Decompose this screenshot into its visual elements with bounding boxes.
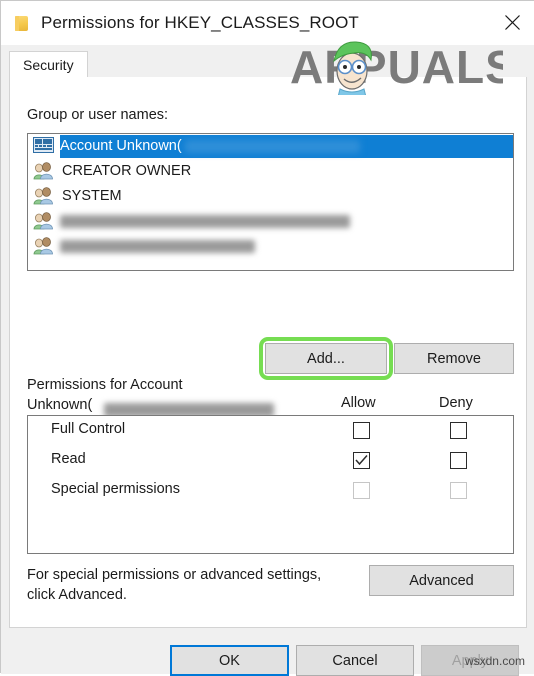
permission-name: Full Control — [51, 421, 126, 437]
advanced-hint-line1: For special permissions or advanced sett… — [27, 567, 322, 583]
list-item[interactable]: CREATOR OWNER — [28, 159, 513, 184]
permissions-for-label-line2: Unknown( — [27, 397, 93, 413]
column-header-deny: Deny — [439, 395, 473, 411]
security-tab-page: Group or user names: Account Unknown(CR… — [9, 77, 527, 628]
users-group-icon — [33, 161, 55, 182]
list-item-label: CREATOR OWNER — [62, 163, 192, 179]
permission-name: Special permissions — [51, 481, 180, 497]
allow-checkbox — [353, 482, 370, 499]
unknown-account-icon — [33, 136, 55, 157]
redacted-account-name — [60, 215, 350, 228]
list-item[interactable]: Account Unknown( — [28, 134, 513, 159]
deny-checkbox[interactable] — [450, 422, 467, 439]
ok-button[interactable]: OK — [170, 645, 289, 676]
advanced-hint-line2: click Advanced. — [27, 587, 127, 603]
permissions-for-label-line1: Permissions for Account — [27, 377, 183, 393]
tab-strip: Security — [9, 51, 527, 79]
permissions-dialog: Permissions for HKEY_CLASSES_ROOT APPUAL… — [0, 0, 534, 676]
allow-checkbox[interactable] — [353, 452, 370, 469]
dialog-footer: OK Cancel Apply — [1, 628, 534, 676]
permissions-grid[interactable]: Full Control Read Special permissions — [27, 415, 514, 554]
tab-security[interactable]: Security — [9, 51, 88, 78]
advanced-button[interactable]: Advanced — [369, 565, 514, 596]
list-item-label: Account Unknown( — [60, 138, 182, 154]
deny-checkbox — [450, 482, 467, 499]
window-title: Permissions for HKEY_CLASSES_ROOT — [41, 13, 359, 32]
dialog-client-area: Security Group or user names: Account Un… — [1, 45, 534, 676]
list-item[interactable] — [28, 234, 513, 259]
list-item[interactable]: SYSTEM — [28, 184, 513, 209]
permission-row: Special permissions — [28, 476, 513, 506]
group-or-user-names-list[interactable]: Account Unknown( CREATOR OWNER SYSTEM — [27, 133, 514, 271]
redacted-sid — [184, 140, 360, 153]
cancel-button[interactable]: Cancel — [296, 645, 414, 676]
users-group-icon — [33, 236, 55, 257]
permission-row: Read — [28, 446, 513, 476]
site-watermark: wsxdn.com — [464, 654, 525, 668]
add-button-highlight — [259, 337, 393, 380]
redacted-account-name — [60, 240, 255, 253]
list-item[interactable] — [28, 209, 513, 234]
close-icon[interactable] — [489, 1, 534, 44]
users-group-icon — [33, 186, 55, 207]
permission-row: Full Control — [28, 416, 513, 446]
allow-checkbox[interactable] — [353, 422, 370, 439]
list-item-label: SYSTEM — [62, 188, 122, 204]
group-list-label: Group or user names: — [27, 107, 169, 123]
deny-checkbox[interactable] — [450, 452, 467, 469]
title-bar: Permissions for HKEY_CLASSES_ROOT — [1, 1, 534, 45]
users-group-icon — [33, 211, 55, 232]
column-header-allow: Allow — [341, 395, 376, 411]
permission-name: Read — [51, 451, 86, 467]
remove-button[interactable]: Remove — [394, 343, 514, 374]
folder-icon — [14, 14, 30, 32]
